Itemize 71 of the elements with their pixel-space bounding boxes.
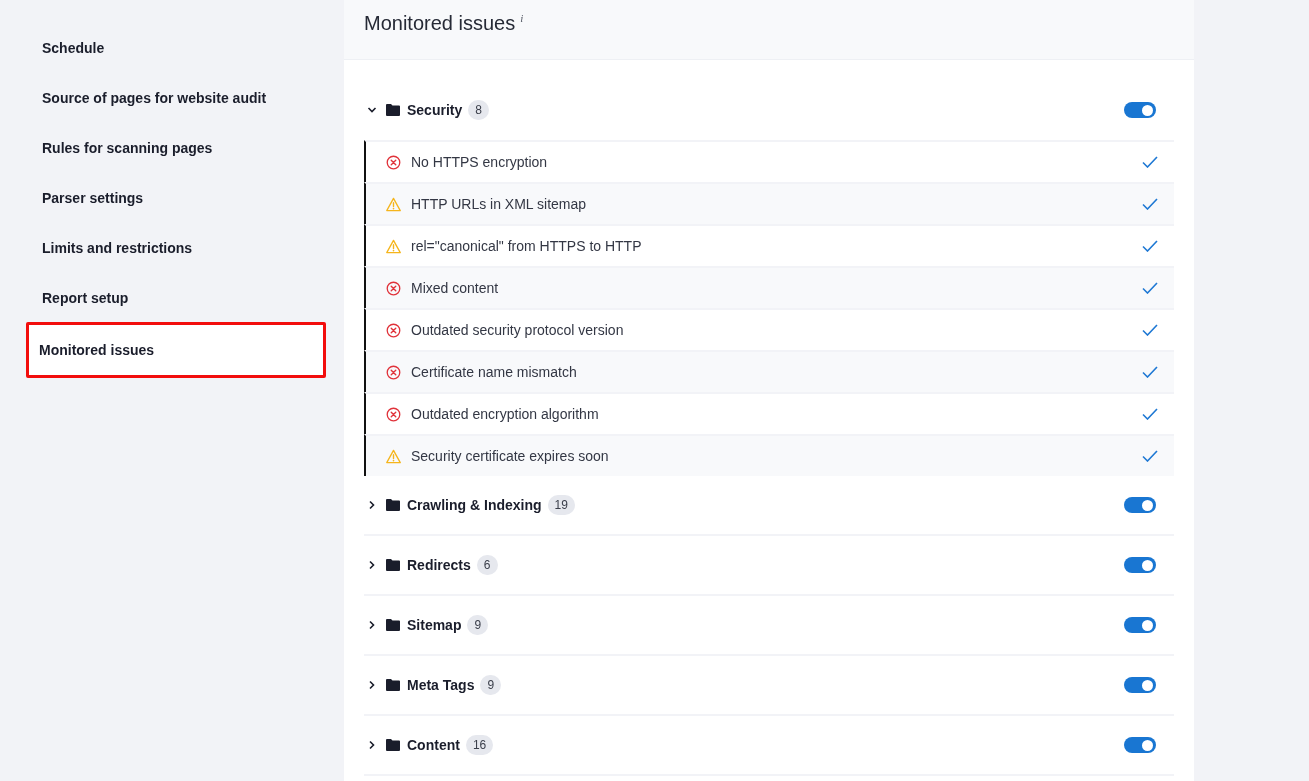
issue-row[interactable]: No HTTPS encryption xyxy=(364,140,1174,182)
check-icon[interactable] xyxy=(1142,324,1158,336)
chevron-icon[interactable] xyxy=(367,740,377,750)
error-icon xyxy=(386,364,401,380)
warning-icon xyxy=(386,196,401,212)
issue-row[interactable]: HTTP URLs in XML sitemap xyxy=(364,182,1174,224)
chevron-icon[interactable] xyxy=(367,680,377,690)
check-icon[interactable] xyxy=(1142,282,1158,294)
toggle-switch[interactable] xyxy=(1124,617,1156,633)
count-badge: 16 xyxy=(465,735,494,755)
count-badge: 8 xyxy=(468,100,489,120)
chevron-icon[interactable] xyxy=(367,620,377,630)
check-icon[interactable] xyxy=(1142,198,1158,210)
folder-icon xyxy=(386,679,400,691)
issue-label: Outdated encryption algorithm xyxy=(411,406,599,422)
sidebar-item[interactable]: Report setup xyxy=(26,273,326,323)
toggle-switch[interactable] xyxy=(1124,677,1156,693)
chevron-icon[interactable] xyxy=(367,105,377,115)
chevron-icon[interactable] xyxy=(367,560,377,570)
count-badge: 9 xyxy=(467,615,489,635)
check-icon[interactable] xyxy=(1142,408,1158,420)
folder-icon xyxy=(386,499,400,511)
error-icon xyxy=(386,280,401,296)
panel-title: Monitored issues xyxy=(364,11,516,35)
issue-label: rel="canonical" from HTTPS to HTTP xyxy=(411,238,642,254)
group-name[interactable]: Crawling & Indexing xyxy=(407,497,542,513)
group-name[interactable]: Content xyxy=(407,737,460,753)
sidebar-item[interactable]: Rules for scanning pages xyxy=(26,123,326,173)
chevron-icon[interactable] xyxy=(367,500,377,510)
toggle-switch[interactable] xyxy=(1124,102,1156,118)
issue-row[interactable]: Mixed content xyxy=(364,266,1174,308)
toggle-switch[interactable] xyxy=(1124,557,1156,573)
sidebar-item[interactable]: Limits and restrictions xyxy=(26,223,326,273)
toggle-switch[interactable] xyxy=(1124,737,1156,753)
folder-icon xyxy=(386,739,400,751)
check-icon[interactable] xyxy=(1142,156,1158,168)
toggle-switch[interactable] xyxy=(1124,497,1156,513)
issue-row[interactable]: Outdated encryption algorithm xyxy=(364,392,1174,434)
check-icon[interactable] xyxy=(1142,450,1158,462)
group-name[interactable]: Meta Tags xyxy=(407,677,475,693)
issue-label: No HTTPS encryption xyxy=(411,154,548,170)
group-name[interactable]: Redirects xyxy=(407,557,471,573)
sidebar-item[interactable]: Parser settings xyxy=(26,173,326,223)
issue-row[interactable]: rel="canonical" from HTTPS to HTTP xyxy=(364,224,1174,266)
sidebar-item[interactable]: Source of pages for website audit xyxy=(26,73,326,123)
check-icon[interactable] xyxy=(1142,240,1158,252)
issue-label: Mixed content xyxy=(411,280,499,296)
issue-label: Outdated security protocol version xyxy=(411,322,624,338)
count-badge: 9 xyxy=(480,675,502,695)
group-name[interactable]: Security xyxy=(407,102,463,118)
issue-label: Certificate name mismatch xyxy=(411,364,577,380)
issue-row[interactable]: Outdated security protocol version xyxy=(364,308,1174,350)
error-icon xyxy=(386,322,401,338)
issue-label: HTTP URLs in XML sitemap xyxy=(411,196,587,212)
issue-row[interactable]: Security certificate expires soon xyxy=(364,434,1174,476)
folder-icon xyxy=(386,559,400,571)
count-badge: 19 xyxy=(547,495,575,515)
issue-row[interactable]: Certificate name mismatch xyxy=(364,350,1174,392)
group-name[interactable]: Sitemap xyxy=(407,617,462,633)
issue-label: Security certificate expires soon xyxy=(411,448,609,464)
count-badge: 6 xyxy=(476,555,498,575)
info-icon[interactable]: i xyxy=(520,12,524,24)
sidebar-item[interactable]: Schedule xyxy=(26,23,326,73)
warning-icon xyxy=(386,238,401,254)
sidebar-item[interactable]: Monitored issues xyxy=(26,322,326,378)
folder-icon xyxy=(386,104,400,116)
error-icon xyxy=(386,154,401,170)
folder-icon xyxy=(386,619,400,631)
warning-icon xyxy=(386,448,401,464)
error-icon xyxy=(386,406,401,422)
check-icon[interactable] xyxy=(1142,366,1158,378)
